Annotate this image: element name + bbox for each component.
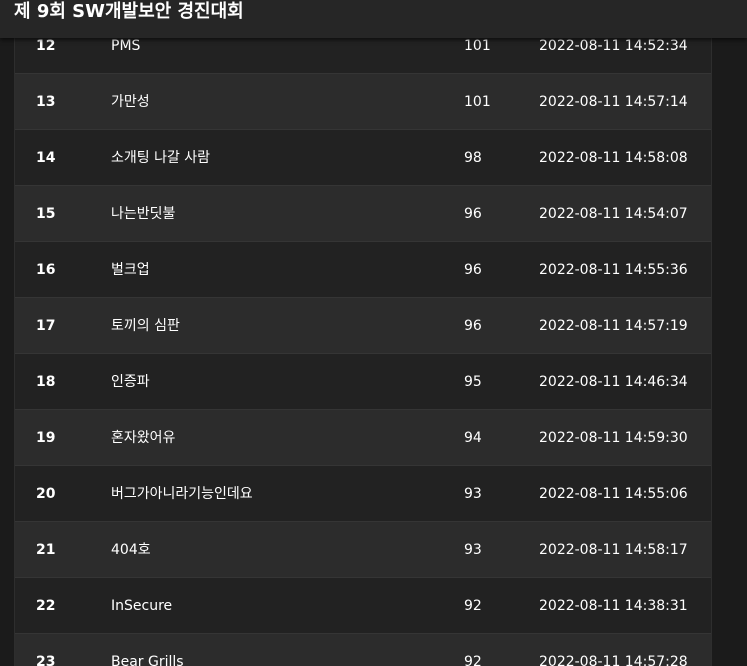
site-title-link[interactable]: 제 9회 SW개발보안 경진대회 — [14, 0, 244, 24]
solve-time-cell: 2022-08-11 14:55:06 — [539, 486, 688, 502]
table-row[interactable]: 17 토끼의 심판 96 2022-08-11 14:57:19 — [15, 297, 711, 353]
team-name-cell[interactable]: 가만성 — [111, 74, 150, 129]
table-row[interactable]: 14 소개팅 나갈 사람 98 2022-08-11 14:58:08 — [15, 129, 711, 185]
score-cell: 96 — [464, 262, 482, 278]
rank-cell: 18 — [36, 374, 56, 390]
rank-cell: 19 — [36, 430, 56, 446]
solve-time-cell: 2022-08-11 14:58:08 — [539, 150, 688, 166]
team-name-cell[interactable]: Bear Grills — [111, 634, 184, 666]
rank-cell: 21 — [36, 542, 56, 558]
solve-time-cell: 2022-08-11 14:57:28 — [539, 654, 688, 666]
team-name-cell[interactable]: InSecure — [111, 578, 172, 633]
table-row[interactable]: 13 가만성 101 2022-08-11 14:57:14 — [15, 73, 711, 129]
score-cell: 92 — [464, 654, 482, 666]
rank-cell: 13 — [36, 94, 56, 110]
table-row[interactable]: 23 Bear Grills 92 2022-08-11 14:57:28 — [15, 633, 711, 666]
solve-time-cell: 2022-08-11 14:54:07 — [539, 206, 688, 222]
score-cell: 93 — [464, 542, 482, 558]
score-cell: 95 — [464, 374, 482, 390]
rank-cell: 15 — [36, 206, 56, 222]
table-row[interactable]: 21 404호 93 2022-08-11 14:58:17 — [15, 521, 711, 577]
scoreboard-table: 12 PMS 101 2022-08-11 14:52:34 13 가만성 10… — [14, 18, 712, 666]
rank-cell: 14 — [36, 150, 56, 166]
solve-time-cell: 2022-08-11 14:46:34 — [539, 374, 688, 390]
score-cell: 92 — [464, 598, 482, 614]
rank-cell: 23 — [36, 654, 56, 666]
top-navbar: 제 9회 SW개발보안 경진대회 — [0, 0, 747, 38]
score-cell: 96 — [464, 318, 482, 334]
solve-time-cell: 2022-08-11 14:59:30 — [539, 430, 688, 446]
team-name-cell[interactable]: 인증파 — [111, 354, 150, 409]
team-name-cell[interactable]: 소개팅 나갈 사람 — [111, 130, 210, 185]
table-row[interactable]: 18 인증파 95 2022-08-11 14:46:34 — [15, 353, 711, 409]
rank-cell: 22 — [36, 598, 56, 614]
table-row[interactable]: 22 InSecure 92 2022-08-11 14:38:31 — [15, 577, 711, 633]
solve-time-cell: 2022-08-11 14:57:14 — [539, 94, 688, 110]
score-cell: 94 — [464, 430, 482, 446]
score-cell: 98 — [464, 150, 482, 166]
table-row[interactable]: 16 벌크업 96 2022-08-11 14:55:36 — [15, 241, 711, 297]
rank-cell: 16 — [36, 262, 56, 278]
table-row[interactable]: 19 혼자왔어유 94 2022-08-11 14:59:30 — [15, 409, 711, 465]
table-row[interactable]: 15 나는반딧불 96 2022-08-11 14:54:07 — [15, 185, 711, 241]
team-name-cell[interactable]: 벌크업 — [111, 242, 150, 297]
team-name-cell[interactable]: 나는반딧불 — [111, 186, 175, 241]
solve-time-cell: 2022-08-11 14:57:19 — [539, 318, 688, 334]
score-cell: 101 — [464, 94, 491, 110]
team-name-cell[interactable]: 404호 — [111, 522, 151, 577]
team-name-cell[interactable]: 토끼의 심판 — [111, 298, 180, 353]
score-cell: 96 — [464, 206, 482, 222]
rank-cell: 20 — [36, 486, 56, 502]
team-name-cell[interactable]: 혼자왔어유 — [111, 410, 175, 465]
table-row[interactable]: 20 버그가아니라기능인데요 93 2022-08-11 14:55:06 — [15, 465, 711, 521]
solve-time-cell: 2022-08-11 14:58:17 — [539, 542, 688, 558]
team-name-cell[interactable]: 버그가아니라기능인데요 — [111, 466, 253, 521]
solve-time-cell: 2022-08-11 14:38:31 — [539, 598, 688, 614]
scoreboard-page: 제 9회 SW개발보안 경진대회 12 PMS 101 2022-08-11 1… — [0, 0, 747, 666]
rank-cell: 17 — [36, 318, 56, 334]
solve-time-cell: 2022-08-11 14:55:36 — [539, 262, 688, 278]
score-cell: 93 — [464, 486, 482, 502]
